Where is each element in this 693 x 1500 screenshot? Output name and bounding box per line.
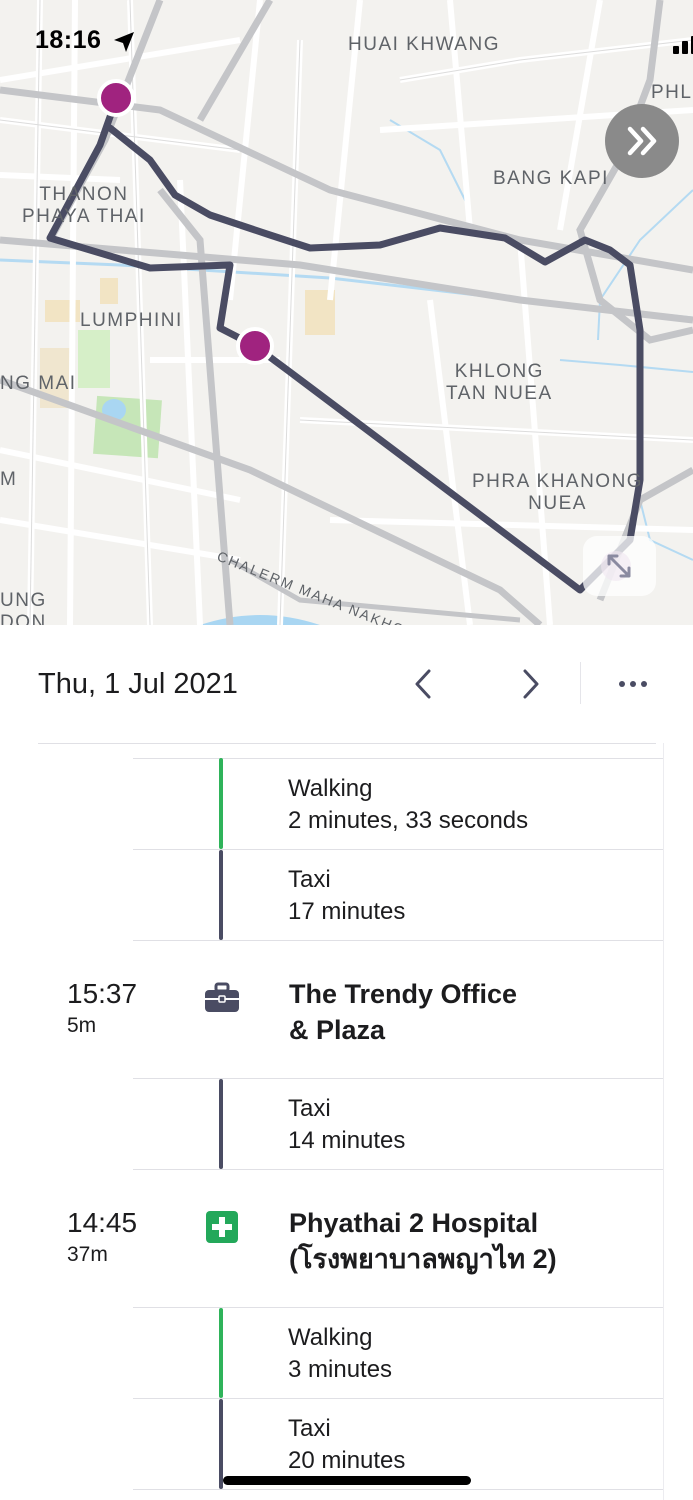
hospital-icon bbox=[206, 1211, 238, 1243]
location-pin[interactable] bbox=[236, 327, 274, 365]
segment-duration: 20 minutes bbox=[288, 1447, 406, 1474]
taxi-bar bbox=[219, 850, 223, 940]
row-divider bbox=[133, 1398, 663, 1399]
walking-bar bbox=[219, 1308, 223, 1398]
segment-title: Taxi bbox=[288, 866, 331, 893]
expand-arrows-icon bbox=[607, 554, 631, 578]
segment-duration: 17 minutes bbox=[288, 898, 406, 925]
place-duration: 5m bbox=[67, 1014, 97, 1037]
map-label: UNG DON bbox=[0, 590, 47, 625]
segment-duration: 14 minutes bbox=[288, 1127, 406, 1154]
row-divider bbox=[133, 1078, 663, 1079]
segment-duration: 2 minutes, 33 seconds bbox=[288, 807, 529, 834]
cellular-signal-icon bbox=[673, 36, 693, 54]
map-label: PHRA KHANONG NUEA bbox=[472, 471, 644, 514]
status-time: 18:16 bbox=[35, 26, 102, 54]
ellipsis-icon bbox=[619, 681, 647, 687]
taxi-bar bbox=[219, 1399, 223, 1489]
header-divider bbox=[580, 662, 581, 704]
map-label: KHLONG TAN NUEA bbox=[446, 361, 553, 404]
forward-button[interactable] bbox=[605, 104, 679, 178]
map-label: HUAI KHWANG bbox=[348, 34, 500, 55]
chevron-left-icon bbox=[415, 669, 431, 699]
chevron-right-icon bbox=[523, 669, 539, 699]
row-divider bbox=[133, 1169, 663, 1170]
previous-day-button[interactable] bbox=[402, 663, 446, 707]
segment-title: Taxi bbox=[288, 1095, 331, 1122]
segment-title: Walking bbox=[288, 1324, 373, 1351]
scroll-edge bbox=[663, 743, 664, 1500]
more-options-button[interactable] bbox=[612, 663, 656, 707]
row-divider bbox=[133, 758, 663, 759]
taxi-bar bbox=[219, 1079, 223, 1169]
date-title: Thu, 1 Jul 2021 bbox=[38, 668, 238, 700]
row-divider bbox=[133, 849, 663, 850]
walking-bar bbox=[219, 758, 223, 849]
segment-title: Taxi bbox=[288, 1415, 331, 1442]
home-indicator[interactable] bbox=[223, 1476, 471, 1485]
segment-duration: 3 minutes bbox=[288, 1356, 393, 1383]
briefcase-icon bbox=[205, 982, 239, 1012]
map-view[interactable]: HUAI KHWANG PHL THANON PHAYA THAI BANG K… bbox=[0, 0, 693, 625]
map-label: NG MAI bbox=[0, 373, 77, 394]
segment-title: Walking bbox=[288, 775, 373, 802]
place-duration: 37m bbox=[67, 1243, 108, 1266]
place-time: 14:45 bbox=[67, 1207, 138, 1238]
place-time: 15:37 bbox=[67, 978, 138, 1009]
location-arrow-icon bbox=[114, 32, 134, 52]
place-name: Phyathai 2 Hospital (โรงพยาบาลพญาไท 2) bbox=[289, 1208, 557, 1274]
map-label: M bbox=[0, 469, 18, 490]
expand-map-button[interactable] bbox=[583, 536, 656, 596]
location-pin[interactable] bbox=[97, 79, 135, 117]
row-divider bbox=[133, 940, 663, 941]
map-label: PHL bbox=[651, 82, 693, 103]
map-label: THANON PHAYA THAI bbox=[22, 184, 146, 227]
next-day-button[interactable] bbox=[508, 663, 552, 707]
row-divider bbox=[133, 1489, 663, 1490]
header-separator bbox=[38, 743, 656, 744]
row-divider bbox=[133, 1307, 663, 1308]
map-label: BANG KAPI bbox=[493, 168, 609, 189]
map-label: LUMPHINI bbox=[80, 310, 183, 331]
double-chevron-right-icon bbox=[627, 126, 657, 156]
place-name: The Trendy Office & Plaza bbox=[289, 979, 518, 1045]
